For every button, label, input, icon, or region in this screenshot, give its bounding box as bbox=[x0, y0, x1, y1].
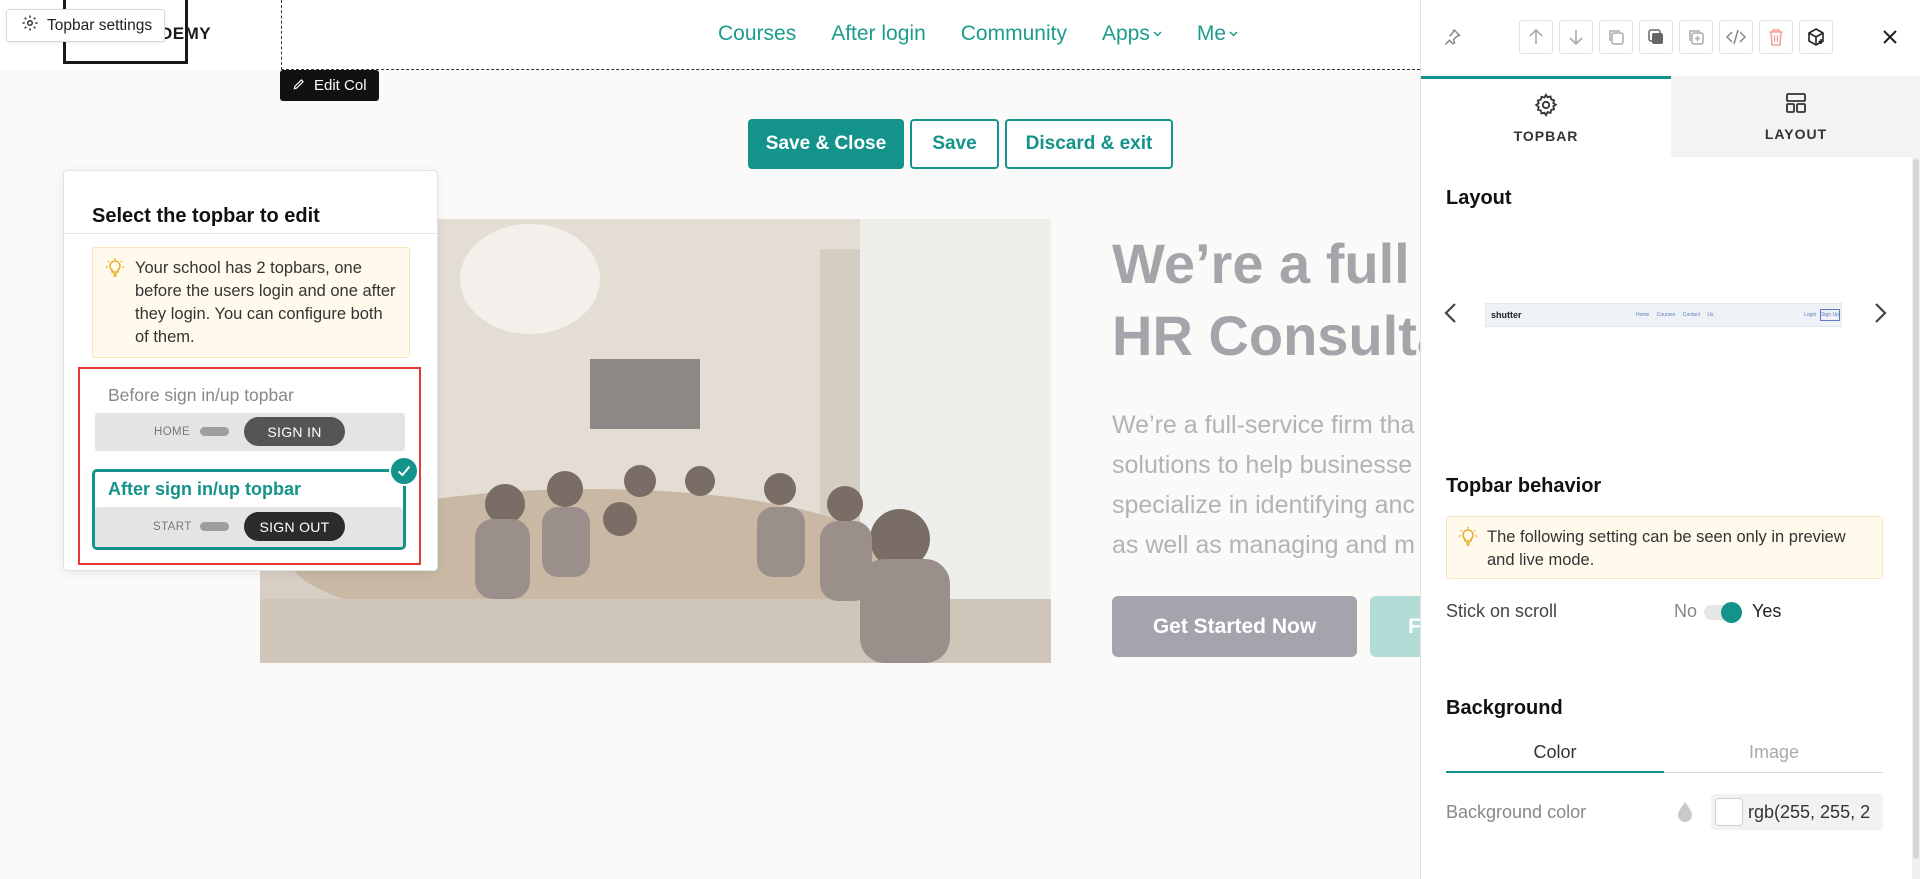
hero-text-line: solutions to help businesse bbox=[1112, 451, 1413, 479]
behavior-section-title: Topbar behavior bbox=[1446, 475, 1602, 497]
tab-layout-label: LAYOUT bbox=[1764, 126, 1828, 142]
background-color-label: Background color bbox=[1446, 802, 1587, 822]
chevron-down-icon bbox=[1229, 31, 1238, 37]
hero-title: We’re a full HR Consulta bbox=[1112, 228, 1448, 372]
delete-icon[interactable] bbox=[1759, 20, 1793, 54]
thumbnail-login: Login bbox=[1804, 312, 1817, 318]
after-signin-preview[interactable]: START SIGN OUT bbox=[95, 507, 403, 547]
layout-prev-arrow-icon[interactable] bbox=[1443, 300, 1457, 331]
edit-column-label: Edit Col bbox=[314, 77, 367, 94]
background-tabs: Color Image bbox=[1446, 742, 1883, 773]
edit-column-button[interactable]: Edit Col bbox=[280, 70, 379, 101]
layout-icon bbox=[1784, 91, 1808, 118]
hero-title-line-2: HR Consulta bbox=[1112, 304, 1448, 367]
main-nav: Courses After login Community Apps Me bbox=[718, 22, 1238, 46]
site-topbar: DEMY Courses After login Community Apps … bbox=[0, 0, 1420, 70]
lightbulb-icon bbox=[1459, 527, 1477, 554]
code-icon[interactable] bbox=[1719, 20, 1753, 54]
scrollbar-thumb[interactable] bbox=[1913, 159, 1919, 859]
toggle-yes-label: Yes bbox=[1752, 601, 1782, 621]
gear-icon bbox=[1534, 92, 1558, 120]
stick-on-scroll-label: Stick on scroll bbox=[1446, 601, 1558, 621]
color-value: rgb(255, 255, 2 bbox=[1748, 801, 1871, 822]
topbar-settings-label: Topbar settings bbox=[47, 16, 153, 34]
save-button[interactable]: Save bbox=[910, 119, 999, 169]
tab-topbar-label: TOPBAR bbox=[1513, 127, 1579, 144]
preview-signin-button: SIGN IN bbox=[244, 417, 345, 446]
hero-text-line: We’re a full-service firm tha bbox=[1112, 411, 1415, 439]
pencil-icon bbox=[292, 77, 306, 95]
background-color-input[interactable]: rgb(255, 255, 2 bbox=[1711, 794, 1883, 830]
popup-title: Select the topbar to edit bbox=[92, 205, 320, 227]
tab-topbar[interactable]: TOPBAR bbox=[1421, 76, 1671, 157]
paste-icon[interactable] bbox=[1679, 20, 1713, 54]
nav-item-me-label: Me bbox=[1196, 22, 1227, 45]
move-down-icon[interactable] bbox=[1559, 20, 1593, 54]
preview-home-label: HOME bbox=[154, 426, 191, 438]
duplicate-icon[interactable] bbox=[1599, 20, 1633, 54]
hero-text-line: specialize in identifying anc bbox=[1112, 491, 1415, 519]
background-section-title: Background bbox=[1446, 697, 1563, 719]
toggle-no-label: No bbox=[1674, 601, 1698, 621]
toggle-knob bbox=[1721, 602, 1742, 623]
tip-box: Your school has 2 topbars, one before th… bbox=[92, 247, 410, 358]
site-logo[interactable]: DEMY bbox=[160, 24, 211, 44]
layout-preview-thumbnail[interactable]: shutter Home Courses Contact Us Login Si… bbox=[1485, 303, 1842, 327]
thumbnail-logo: shutter bbox=[1491, 310, 1522, 320]
editor-actions: Save & Close Save Discard & exit bbox=[748, 119, 1173, 169]
nav-item-me[interactable]: Me bbox=[1197, 22, 1238, 46]
preview-start-label: START bbox=[153, 521, 192, 533]
layout-section-title: Layout bbox=[1446, 187, 1512, 209]
nav-item-courses[interactable]: Courses bbox=[718, 22, 796, 46]
tip-text: Your school has 2 topbars, one before th… bbox=[135, 259, 396, 346]
close-icon[interactable] bbox=[1873, 20, 1907, 54]
get-started-button[interactable]: Get Started Now bbox=[1112, 596, 1357, 657]
tab-layout[interactable]: LAYOUT bbox=[1671, 76, 1920, 157]
discard-exit-button[interactable]: Discard & exit bbox=[1005, 119, 1173, 169]
color-swatch[interactable] bbox=[1715, 798, 1743, 826]
before-signin-preview[interactable]: HOME SIGN IN bbox=[95, 413, 405, 451]
gear-icon bbox=[21, 14, 39, 37]
settings-panel: TOPBAR LAYOUT Layout shutter Home Course… bbox=[1420, 0, 1920, 879]
nav-item-community[interactable]: Community bbox=[961, 22, 1067, 46]
layout-next-arrow-icon[interactable] bbox=[1874, 300, 1888, 331]
after-signin-option-label[interactable]: After sign in/up topbar bbox=[108, 479, 301, 500]
save-block-icon[interactable] bbox=[1799, 20, 1833, 54]
chevron-down-icon bbox=[1153, 31, 1162, 37]
preview-nav-pill bbox=[200, 522, 229, 531]
move-up-icon[interactable] bbox=[1519, 20, 1553, 54]
thumbnail-signup: Sign Up bbox=[1820, 309, 1840, 321]
thumbnail-nav: Home Courses Contact Us bbox=[1636, 312, 1714, 318]
nav-item-after-login[interactable]: After login bbox=[831, 22, 926, 46]
divider bbox=[64, 233, 437, 234]
nav-item-apps-label: Apps bbox=[1101, 22, 1150, 45]
behavior-note: The following setting can be seen only i… bbox=[1446, 516, 1883, 579]
lightbulb-icon bbox=[106, 258, 124, 285]
hero-text-line: as well as managing and m bbox=[1112, 531, 1415, 559]
before-signin-option-label[interactable]: Before sign in/up topbar bbox=[108, 385, 294, 406]
stick-on-scroll-toggle[interactable] bbox=[1704, 602, 1742, 623]
panel-scrollbar[interactable] bbox=[1912, 157, 1920, 879]
hero-description: We’re a full-service firm tha solutions … bbox=[1112, 405, 1415, 565]
topbar-picker-popup: Select the topbar to edit Your school ha… bbox=[63, 170, 438, 571]
behavior-note-text: The following setting can be seen only i… bbox=[1487, 528, 1846, 569]
selected-check-icon bbox=[389, 456, 419, 486]
save-close-button[interactable]: Save & Close bbox=[748, 119, 904, 169]
topbar-settings-button[interactable]: Topbar settings bbox=[6, 9, 166, 42]
preview-signout-button: SIGN OUT bbox=[244, 512, 345, 541]
copy-style-icon[interactable] bbox=[1639, 20, 1673, 54]
tab-color[interactable]: Color bbox=[1446, 742, 1664, 773]
panel-toolbar bbox=[1421, 0, 1920, 76]
droplet-icon[interactable] bbox=[1675, 800, 1695, 829]
hero-title-line-1: We’re a full bbox=[1112, 232, 1410, 295]
panel-tabs: TOPBAR LAYOUT bbox=[1421, 76, 1920, 157]
preview-nav-pill bbox=[200, 427, 229, 436]
tab-image[interactable]: Image bbox=[1665, 742, 1883, 773]
nav-item-apps[interactable]: Apps bbox=[1102, 22, 1162, 46]
pin-icon[interactable] bbox=[1435, 20, 1469, 54]
